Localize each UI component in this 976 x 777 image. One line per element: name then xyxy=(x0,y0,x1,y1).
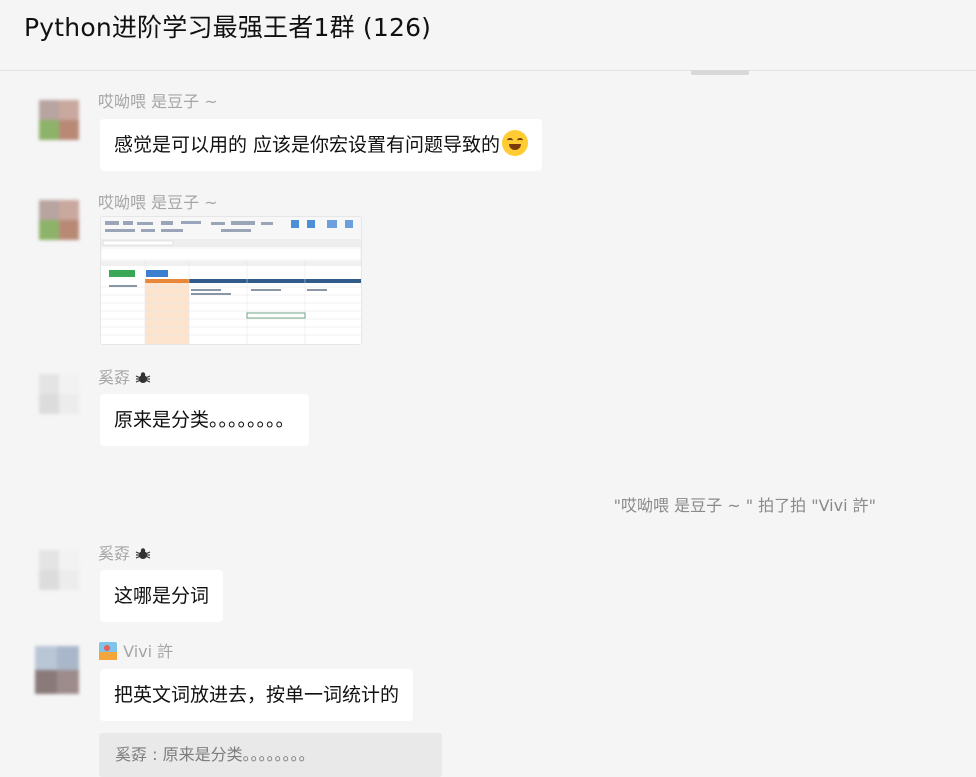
message-bubble[interactable]: 把英文词放进去，按单一词统计的 xyxy=(100,669,414,721)
message-text: 原来是分类。。。。。。。。 xyxy=(114,409,295,431)
message-bubble[interactable]: 这哪是分词 xyxy=(100,570,224,622)
message-bubble[interactable]: 原来是分类。。。。。。。。 xyxy=(100,394,309,446)
message-text: 把英文词放进去，按单一词统计的 xyxy=(114,684,400,706)
image-message-excel-screenshot[interactable] xyxy=(100,216,362,345)
sender-name: 哎呦喂 是豆子 ~ xyxy=(98,92,218,111)
quoted-text: 奚孬 : 原来是分类。。。。。。。。 xyxy=(115,745,315,764)
quoted-message[interactable]: 奚孬 : 原来是分类。。。。。。。。 xyxy=(99,733,442,777)
sender-label: Vivi 許 xyxy=(123,642,174,661)
avatar-xinao[interactable] xyxy=(39,374,79,414)
sender-name: 哎呦喂 是豆子 ~ xyxy=(98,193,218,212)
laughing-emoji-icon xyxy=(502,130,529,156)
system-notice-pat: "哎呦喂 是豆子 ~ " 拍了拍 "Vivi 許" xyxy=(613,496,876,515)
sender-name: 奚孬 xyxy=(98,364,151,388)
spider-icon xyxy=(135,372,151,383)
spider-icon xyxy=(135,548,151,559)
message-bubble[interactable]: 感觉是可以用的 应该是你宏设置有问题导致的 xyxy=(100,119,543,171)
sender-name: 奚孬 xyxy=(98,540,151,564)
avatar-vivi[interactable] xyxy=(35,646,79,694)
sender-label: 奚孬 xyxy=(98,368,131,387)
chat-header: Python进阶学习最强王者1群 (126) xyxy=(0,0,976,71)
sender-label: 奚孬 xyxy=(98,544,131,563)
avatar-douzi[interactable] xyxy=(39,100,79,140)
excel-screenshot-thumbnail xyxy=(101,217,361,344)
scrollbar-thumb[interactable] xyxy=(691,70,749,75)
photo-avatar-icon xyxy=(99,642,117,660)
chat-title[interactable]: Python进阶学习最强王者1群 (126) xyxy=(24,8,431,44)
sender-name: Vivi 許 xyxy=(98,638,173,662)
avatar-douzi[interactable] xyxy=(39,200,79,240)
avatar-xinao[interactable] xyxy=(39,550,79,590)
message-text: 感觉是可以用的 应该是你宏设置有问题导致的 xyxy=(114,134,501,156)
message-text: 这哪是分词 xyxy=(114,585,210,607)
